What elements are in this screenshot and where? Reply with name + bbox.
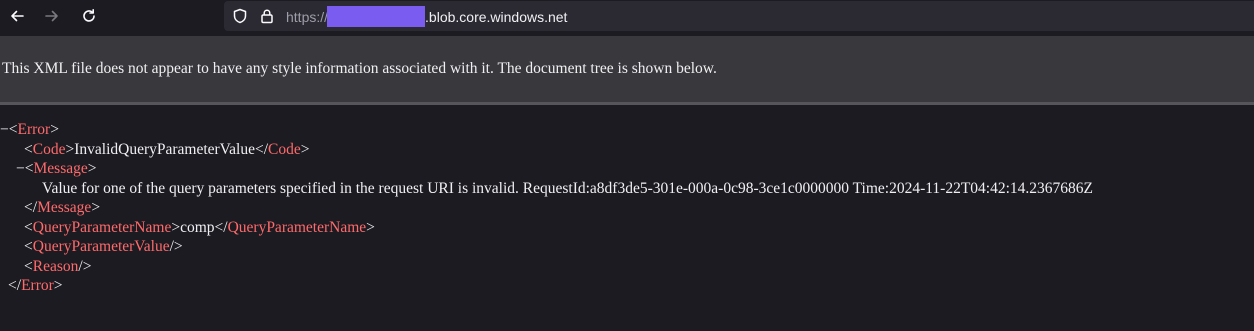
tag-name: Message [37, 199, 92, 216]
reason-line: <Reason/> [24, 257, 92, 275]
browser-toolbar: https:// .blob.core.windows.net [0, 0, 1254, 32]
error-open-line: −<Error> [0, 121, 59, 138]
tag-name: QueryParameterName [32, 218, 172, 236]
xml-info-message: This XML file does not appear to have an… [2, 60, 717, 77]
tag-name: Error [21, 277, 54, 294]
message-value: Value for one of the query parameters sp… [42, 179, 1094, 197]
collapse-toggle[interactable]: − [16, 160, 25, 177]
collapse-toggle[interactable]: − [0, 121, 9, 138]
tag-name: Reason [32, 257, 79, 275]
tag-name: QueryParameterValue [32, 238, 170, 255]
shield-icon[interactable] [232, 8, 248, 29]
url-bar[interactable]: https:// .blob.core.windows.net [224, 1, 1254, 31]
code-line: <Code>InvalidQueryParameterValue</Code> [24, 140, 310, 158]
query-parameter-value-line: <QueryParameterValue/> [24, 238, 183, 255]
lock-icon[interactable] [259, 8, 275, 29]
back-button[interactable] [3, 4, 31, 28]
tag-name: Code [32, 140, 66, 158]
message-close-line: </Message> [24, 199, 101, 216]
tag-name: QueryParameterName [227, 218, 367, 236]
tag-name: Error [17, 121, 51, 138]
arrow-right-icon [44, 8, 60, 24]
reload-button[interactable] [75, 4, 103, 28]
code-value: InvalidQueryParameterValue [74, 140, 255, 158]
tag-name: Code [268, 140, 301, 158]
url-host: .blob.core.windows.net [425, 8, 568, 25]
xml-document-tree: −<Error> <Code>InvalidQueryParameterValu… [0, 120, 1254, 296]
redacted-subdomain [327, 6, 426, 27]
xml-info-banner: This XML file does not appear to have an… [0, 36, 1254, 105]
message-open-line: −<Message> [16, 160, 97, 177]
url-scheme: https:// [286, 8, 329, 25]
arrow-left-icon [9, 8, 25, 24]
query-parameter-name-value: comp [180, 218, 215, 236]
query-parameter-name-line: <QueryParameterName>comp</QueryParameter… [24, 218, 375, 236]
forward-button[interactable] [38, 4, 66, 28]
tag-name: Message [33, 160, 88, 177]
reload-icon [81, 8, 97, 24]
url-text[interactable]: https:// .blob.core.windows.net [286, 6, 568, 27]
message-text-line: Value for one of the query parameters sp… [0, 179, 1254, 199]
error-close-line: </Error> [8, 277, 63, 294]
